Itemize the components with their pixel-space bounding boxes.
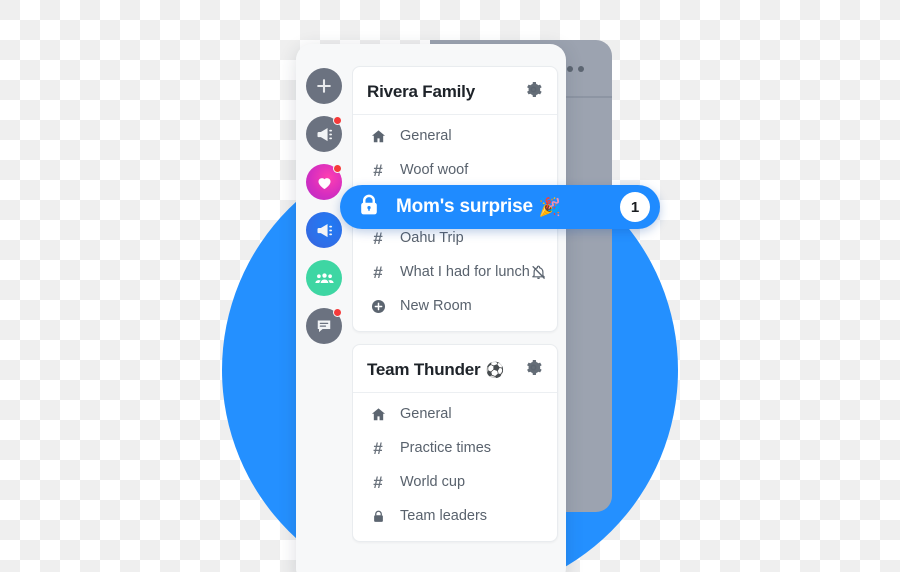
room-label: General: [400, 128, 452, 144]
team-card-list: Rivera Family General # Woof woof # Oahu…: [352, 66, 558, 572]
plus-circle-icon: [367, 298, 389, 315]
chat-icon: [314, 316, 334, 336]
gear-icon[interactable]: [524, 80, 543, 104]
room-label: New Room: [400, 298, 472, 314]
home-icon: [367, 128, 389, 145]
bell-muted-icon[interactable]: [530, 264, 547, 281]
gear-icon[interactable]: [524, 358, 543, 382]
home-icon: [367, 406, 389, 423]
room-row[interactable]: # Practice times: [353, 431, 557, 465]
messages-team-button[interactable]: [306, 308, 342, 344]
people-icon: [314, 268, 335, 289]
party-popper-icon: 🎉: [538, 196, 562, 217]
room-row[interactable]: # Woof woof: [353, 153, 557, 187]
room-label: General: [400, 406, 452, 422]
hash-icon: #: [373, 438, 383, 458]
add-team-button[interactable]: [306, 68, 342, 104]
hash-icon: #: [373, 262, 383, 282]
room-label: Oahu Trip: [400, 230, 464, 246]
highlighted-room-label: Mom's surprise: [396, 196, 533, 217]
team-title: Rivera Family: [367, 82, 475, 101]
favorites-team-button[interactable]: [306, 164, 342, 200]
unread-badge-dot: [333, 116, 342, 125]
team-card-header: Team Thunder ⚽: [353, 345, 557, 393]
new-room-button[interactable]: New Room: [353, 289, 557, 323]
megaphone-icon: [314, 220, 335, 241]
plus-icon: [315, 77, 333, 95]
unread-badge-dot: [333, 164, 342, 173]
screenshot-stage: Rivera Family General # Woof woof # Oahu…: [0, 0, 900, 572]
unread-badge-dot: [333, 308, 342, 317]
room-label: Woof woof: [400, 162, 469, 178]
soccer-ball-icon: ⚽: [485, 362, 505, 379]
heart-icon: [315, 173, 334, 192]
megaphone-icon: [314, 124, 335, 145]
lock-icon: [356, 192, 382, 223]
room-label: World cup: [400, 474, 466, 490]
team-card-header: Rivera Family: [353, 67, 557, 115]
broadcast-team-button[interactable]: [306, 212, 342, 248]
hash-icon: #: [373, 160, 383, 180]
room-label: Practice times: [400, 440, 492, 456]
room-row[interactable]: Team leaders: [353, 499, 557, 533]
room-row[interactable]: # World cup: [353, 465, 557, 499]
lock-icon: [367, 509, 389, 524]
announcements-team-button[interactable]: [306, 116, 342, 152]
highlighted-room-pill[interactable]: Mom's surprise 🎉 1: [340, 185, 660, 229]
team-rail: [296, 44, 352, 572]
team-card: Team Thunder ⚽ General # Practice times …: [352, 344, 558, 542]
hash-icon: #: [373, 472, 383, 492]
unread-count-badge: 1: [620, 192, 650, 222]
people-team-button[interactable]: [306, 260, 342, 296]
room-label: Team leaders: [400, 508, 488, 524]
team-title: Team Thunder: [367, 360, 481, 379]
hash-icon: #: [373, 228, 383, 248]
room-row[interactable]: General: [353, 397, 557, 431]
room-label: What I had for lunch: [400, 264, 530, 280]
room-row[interactable]: General: [353, 119, 557, 153]
room-row[interactable]: # What I had for lunch: [353, 255, 557, 289]
sidebar-panel: Rivera Family General # Woof woof # Oahu…: [296, 44, 566, 572]
